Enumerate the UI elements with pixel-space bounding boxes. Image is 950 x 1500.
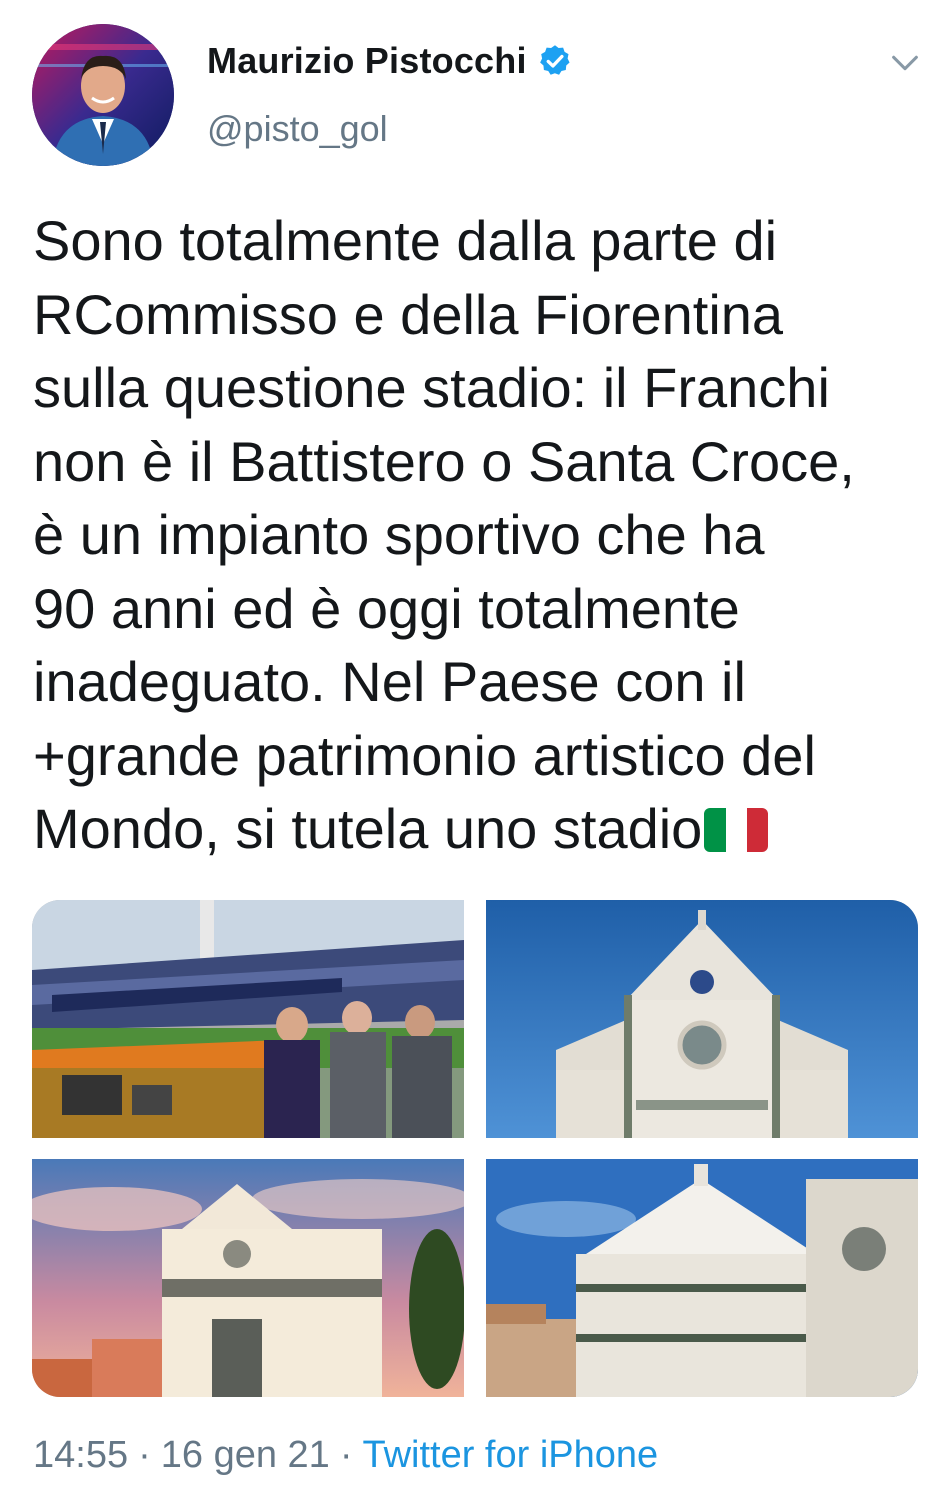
tweet-text: Sono totalmente dalla parte di RCommisso…: [33, 204, 923, 866]
tweet-source-link[interactable]: Twitter for iPhone: [362, 1434, 658, 1477]
tweet-time[interactable]: 14:55: [33, 1434, 128, 1477]
tweet-meta: 14:55 · 16 gen 21 · Twitter for iPhone: [33, 1434, 658, 1477]
tweet-line: non è il Battistero o Santa Croce,: [33, 429, 855, 493]
media-santa-croce[interactable]: [486, 900, 918, 1138]
media-stadium[interactable]: [32, 900, 464, 1138]
tweet-line: è un impianto sportivo che ha: [33, 503, 765, 566]
tweet-line: 90 anni ed è oggi totalmente: [33, 576, 740, 640]
avatar[interactable]: [32, 24, 174, 166]
santa-maria-novella-photo-icon: [32, 1159, 464, 1397]
tweet-line: sulla questione stadio: il Franchi: [33, 356, 830, 419]
media-baptistery[interactable]: [486, 1159, 918, 1397]
santa-croce-photo-icon: [486, 900, 918, 1138]
tweet-line: +grande patrimonio artistico del: [33, 723, 816, 787]
meta-separator: ·: [138, 1434, 151, 1476]
tweet-line: inadeguato. Nel Paese con il: [33, 650, 746, 713]
profile-photo: [32, 24, 174, 166]
tweet-line: Sono totalmente dalla parte di: [33, 209, 778, 272]
baptistery-photo-icon: [486, 1159, 918, 1397]
chevron-down-icon[interactable]: [888, 46, 922, 80]
italy-flag-icon: [704, 808, 769, 852]
tweet-line: RCommisso e della Fiorentina: [33, 282, 784, 346]
author-name-row[interactable]: Maurizio Pistocchi: [207, 40, 573, 82]
tweet-date[interactable]: 16 gen 21: [161, 1434, 330, 1477]
handle[interactable]: @pisto_gol: [207, 108, 388, 150]
media-santa-maria-novella[interactable]: [32, 1159, 464, 1397]
tweet-line: Mondo, si tutela uno stadio: [33, 797, 703, 860]
meta-separator: ·: [339, 1434, 353, 1476]
media-grid: [32, 900, 918, 1397]
display-name[interactable]: Maurizio Pistocchi: [207, 40, 527, 82]
stadium-photo-icon: [32, 900, 464, 1138]
verified-badge-icon: [539, 45, 570, 75]
